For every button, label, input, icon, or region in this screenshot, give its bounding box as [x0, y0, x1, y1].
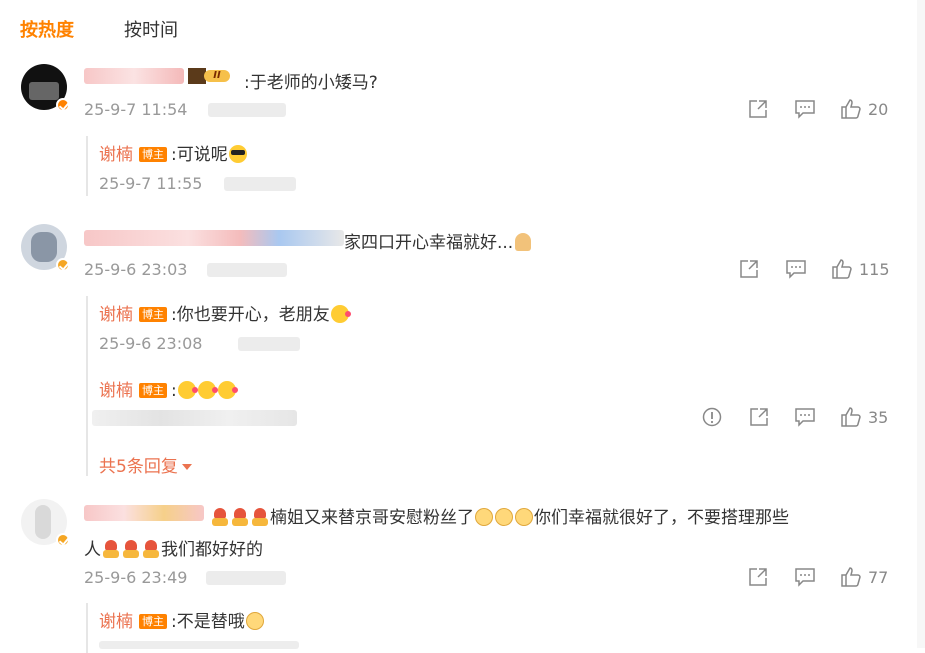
cool-emoji-icon — [228, 145, 247, 163]
share-icon — [738, 258, 760, 280]
reply-author[interactable]: 谢楠 — [99, 381, 133, 401]
person-emoji-icon — [103, 540, 119, 558]
like-button[interactable]: 115 — [831, 258, 890, 280]
reply-item: 谢楠 博主: — [99, 376, 238, 401]
scrollbar[interactable] — [917, 0, 925, 648]
verified-badge-icon — [56, 98, 70, 112]
reply-time: 25-9-7 11:55 — [99, 174, 203, 193]
comment-button[interactable] — [794, 98, 816, 120]
comment-2: 家四口开心幸福就好... 25-9-6 23:03 115 谢楠 博主:你也要开心… — [0, 220, 900, 477]
cry-emoji-icon — [475, 508, 493, 526]
reply-meta-blurred — [92, 410, 297, 426]
like-count: 20 — [868, 99, 889, 119]
reply-item: 谢楠 博主 :你也要开心，老朋友 — [99, 300, 351, 325]
comment-3: 楠姐又来替京哥安慰粉丝了 你们幸福就很好了，不要搭理那些 人 我们都好好的 25-9… — [0, 495, 910, 653]
person-emoji-icon — [252, 508, 268, 526]
comment-text: :于老师的小矮马? — [244, 73, 378, 93]
share-button[interactable] — [747, 566, 769, 588]
reply-author[interactable]: 谢楠 — [99, 145, 133, 165]
person-emoji-icon — [212, 508, 228, 526]
like-count: 77 — [868, 567, 889, 587]
share-icon — [747, 566, 769, 588]
comment-icon — [785, 258, 807, 280]
like-icon — [840, 406, 862, 428]
reply-author[interactable]: 谢楠 — [99, 612, 133, 632]
report-button[interactable] — [701, 406, 723, 428]
level-badge-text: II — [204, 70, 230, 82]
like-button[interactable]: 20 — [840, 98, 888, 120]
comment-text-part: 人 — [84, 540, 101, 560]
host-tag: 博主 — [139, 383, 167, 398]
like-count: 35 — [868, 407, 889, 427]
laugh-cry-emoji-icon — [245, 612, 264, 630]
comment-time: 25-9-6 23:49 — [84, 568, 188, 587]
comment-icon — [794, 98, 816, 120]
caret-down-icon — [181, 464, 192, 470]
share-icon — [747, 98, 769, 120]
comment-text: 家四口开心幸福就好... — [344, 228, 532, 253]
host-tag: 博主 — [139, 307, 167, 322]
reply-item: 谢楠 博主 :可说呢 — [99, 140, 248, 165]
location-blurred — [238, 337, 300, 351]
kiss-emoji-icon — [197, 381, 218, 399]
comment-button[interactable] — [794, 406, 816, 428]
level-badge-icon: II — [188, 68, 238, 84]
comment-text-part: 我们都好好的 — [161, 540, 263, 560]
like-button[interactable]: 77 — [840, 566, 888, 588]
reply-time: 25-9-6 23:08 — [99, 334, 203, 353]
comment-text-line2: 人 我们都好好的 — [84, 535, 263, 560]
host-tag: 博主 — [139, 147, 167, 162]
reply-item: 谢楠 博主 :不是替哦 — [99, 607, 265, 632]
comment-text-part: 你们幸福就很好了，不要搭理那些 — [534, 508, 789, 528]
host-tag: 博主 — [139, 614, 167, 629]
like-icon — [840, 98, 862, 120]
kiss-emoji-icon — [177, 381, 198, 399]
reply-text: :不是替哦 — [171, 612, 245, 632]
tab-hot[interactable]: 按热度 — [20, 16, 74, 42]
comment-icon — [794, 566, 816, 588]
kiss-emoji-icon — [330, 305, 351, 323]
like-icon — [840, 566, 862, 588]
person-emoji-icon — [123, 540, 139, 558]
person-emoji-icon — [143, 540, 159, 558]
cry-emoji-icon — [515, 508, 533, 526]
share-icon — [748, 406, 770, 428]
comment-button[interactable] — [794, 566, 816, 588]
comment-1: II :于老师的小矮马? 25-9-7 11:54 20 谢楠 博主 :可说呢 25… — [0, 60, 900, 200]
comment-text: 楠姐又来替京哥安慰粉丝了 你们幸福就很好了，不要搭理那些 — [210, 503, 789, 528]
comment-text-body: 家四口开心幸福就好... — [344, 233, 514, 253]
kiss-emoji-icon — [217, 381, 238, 399]
share-button[interactable] — [748, 406, 770, 428]
username-blurred[interactable] — [84, 230, 344, 246]
comment-icon — [794, 406, 816, 428]
reply-text: :你也要开心，老朋友 — [171, 305, 330, 325]
more-replies-label: 共5条回复 — [99, 457, 178, 477]
pray-emoji-icon — [515, 233, 532, 251]
username-blurred[interactable] — [84, 68, 184, 84]
cry-emoji-icon — [495, 508, 513, 526]
verified-badge-icon — [56, 258, 70, 272]
tab-time[interactable]: 按时间 — [124, 16, 178, 42]
verified-badge-icon — [56, 533, 70, 547]
location-blurred — [207, 263, 287, 277]
comment-time: 25-9-7 11:54 — [84, 100, 188, 119]
location-blurred — [224, 177, 296, 191]
share-button[interactable] — [747, 98, 769, 120]
reply-author[interactable]: 谢楠 — [99, 305, 133, 325]
person-emoji-icon — [232, 508, 248, 526]
reply-text: :可说呢 — [171, 145, 228, 165]
like-count: 115 — [859, 259, 890, 279]
comment-button[interactable] — [785, 258, 807, 280]
location-blurred — [206, 571, 286, 585]
more-replies-button[interactable]: 共5条回复 — [99, 452, 192, 477]
report-icon — [701, 406, 723, 428]
username-blurred[interactable] — [84, 505, 204, 521]
comment-text-part: 楠姐又来替京哥安慰粉丝了 — [270, 508, 474, 528]
like-button[interactable]: 35 — [840, 406, 888, 428]
comment-time: 25-9-6 23:03 — [84, 260, 188, 279]
like-icon — [831, 258, 853, 280]
share-button[interactable] — [738, 258, 760, 280]
reply-text: : — [171, 381, 177, 401]
location-blurred — [208, 103, 286, 117]
